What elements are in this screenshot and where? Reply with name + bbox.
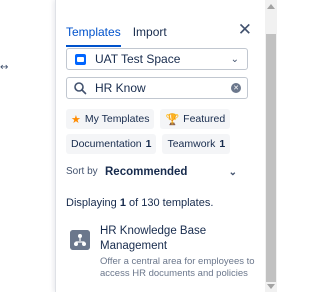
filter-count: 1 bbox=[145, 138, 152, 150]
template-title: HR Knowledge Base Management bbox=[100, 225, 207, 252]
filter-label: My Templates bbox=[84, 113, 150, 125]
filter-featured[interactable]: 🏆 Featured bbox=[160, 109, 231, 129]
filter-label: Featured bbox=[183, 113, 226, 125]
space-icon bbox=[75, 53, 86, 65]
filter-label: Teamwork bbox=[167, 138, 216, 150]
results-shown-count: 1 bbox=[119, 197, 126, 209]
scroll-up-arrow-icon[interactable] bbox=[267, 4, 275, 9]
tab-import[interactable]: Import bbox=[133, 25, 167, 47]
filter-teamwork[interactable]: Teamwork 1 bbox=[162, 134, 231, 154]
results-count: Displaying 1 of 130 templates. bbox=[66, 197, 214, 209]
trophy-icon: 🏆 bbox=[165, 113, 180, 126]
space-selector-value: UAT Test Space bbox=[95, 52, 181, 66]
template-panel: Templates Import ✕ UAT Test Space ⌄ ✕ ★ … bbox=[55, 0, 265, 292]
search-box: ✕ bbox=[66, 77, 248, 99]
space-selector[interactable]: UAT Test Space ⌄ bbox=[66, 48, 248, 70]
background-page: ↔ bbox=[0, 0, 55, 292]
filter-label: Documentation bbox=[71, 138, 142, 150]
chevron-down-icon: ⌄ bbox=[230, 53, 239, 65]
sort-value: Recommended bbox=[105, 166, 188, 178]
scroll-down-arrow-icon[interactable] bbox=[267, 284, 275, 289]
filter-count: 1 bbox=[219, 138, 226, 150]
scrollbar-thumb[interactable] bbox=[266, 34, 276, 282]
close-icon[interactable]: ✕ bbox=[238, 22, 252, 39]
chevron-down-icon: ⌄ bbox=[228, 166, 237, 178]
search-icon bbox=[74, 82, 87, 95]
template-text: HR Knowledge Base Management Offer a cen… bbox=[100, 224, 256, 280]
star-icon: ★ bbox=[71, 113, 81, 126]
double-arrow-icon[interactable]: ↔ bbox=[0, 62, 8, 73]
filter-chips-row-1: ★ My Templates 🏆 Featured bbox=[66, 109, 256, 129]
clear-search-icon[interactable]: ✕ bbox=[231, 83, 241, 93]
search-input[interactable] bbox=[95, 81, 231, 95]
template-description: Offer a central area for employees to ac… bbox=[100, 256, 255, 279]
filter-chips-row-2: Documentation 1 Teamwork 1 bbox=[66, 134, 256, 154]
template-icon bbox=[70, 230, 90, 250]
template-result-item[interactable]: HR Knowledge Base Management Offer a cen… bbox=[66, 224, 256, 280]
tab-templates[interactable]: Templates bbox=[66, 25, 121, 47]
filter-my-templates[interactable]: ★ My Templates bbox=[66, 109, 155, 129]
filter-documentation[interactable]: Documentation 1 bbox=[66, 134, 157, 154]
sort-dropdown[interactable]: Recommended ⌄ bbox=[105, 164, 237, 180]
sort-label: Sort by bbox=[66, 166, 98, 177]
panel-tabs: Templates Import bbox=[66, 25, 179, 47]
